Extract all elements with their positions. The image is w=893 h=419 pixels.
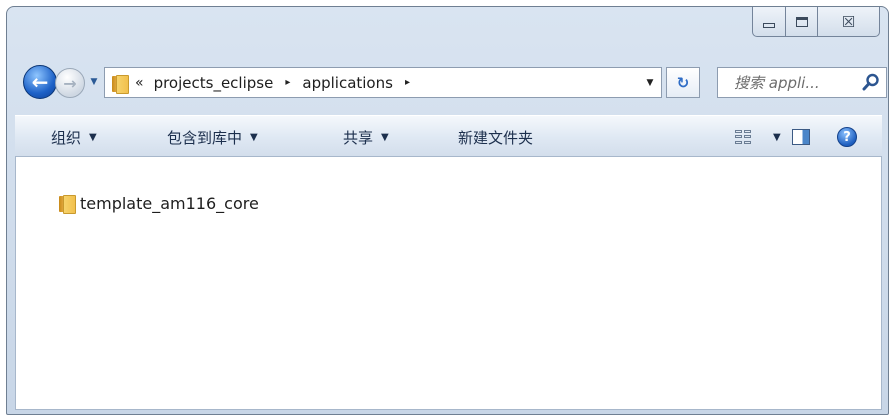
help-button[interactable]: ? — [837, 116, 857, 158]
breadcrumb-separator-icon[interactable]: ▸ — [285, 77, 290, 88]
share-button[interactable]: 共享 ▼ — [343, 116, 389, 158]
folder-icon — [58, 194, 76, 214]
search-input[interactable]: 搜索 appli... — [717, 67, 887, 98]
breadcrumb-applications[interactable]: applications — [302, 74, 393, 92]
views-icon — [735, 130, 751, 144]
recent-pages-button[interactable]: ▼ — [88, 75, 100, 89]
forward-arrow-icon: → — [63, 73, 77, 93]
command-toolbar: 组织 ▼ 包含到库中 ▼ 共享 ▼ 新建文件夹 ▼ ? — [15, 115, 882, 157]
breadcrumb-overflow-button[interactable]: « — [135, 75, 144, 91]
folder-icon — [111, 74, 129, 94]
forward-button[interactable]: → — [55, 68, 85, 98]
explorer-window: ☒ ← → ▼ « projects_eclipse ▸ application… — [6, 6, 889, 415]
organize-label: 组织 — [51, 128, 82, 147]
window-caption-buttons: ☒ — [752, 7, 880, 37]
back-arrow-icon: ← — [31, 70, 49, 94]
include-library-label: 包含到库中 — [167, 128, 243, 147]
chevron-down-icon: ▼ — [773, 131, 781, 143]
file-list-pane[interactable]: template_am116_core — [15, 157, 882, 410]
address-history-dropdown[interactable]: ▼ — [639, 68, 661, 97]
search-placeholder: 搜索 appli... — [734, 74, 820, 92]
breadcrumb-separator-icon[interactable]: ▸ — [405, 77, 410, 88]
preview-pane-icon — [792, 129, 810, 145]
chevron-down-icon: ▼ — [381, 131, 389, 143]
chevron-down-icon: ▼ — [250, 131, 258, 143]
minimize-icon — [763, 23, 775, 28]
maximize-button[interactable] — [786, 7, 818, 37]
refresh-button[interactable]: ↻ — [666, 67, 700, 98]
chevron-down-icon: ▼ — [90, 77, 98, 87]
organize-button[interactable]: 组织 ▼ — [51, 116, 97, 158]
list-item[interactable]: template_am116_core — [58, 191, 259, 215]
more-views-button[interactable]: ▼ — [765, 116, 781, 158]
close-icon: ☒ — [841, 12, 856, 31]
close-button[interactable]: ☒ — [818, 7, 880, 37]
maximize-icon — [795, 16, 808, 27]
share-label: 共享 — [343, 128, 374, 147]
minimize-button[interactable] — [752, 7, 786, 37]
include-in-library-button[interactable]: 包含到库中 ▼ — [167, 116, 258, 158]
back-button[interactable]: ← — [23, 65, 57, 99]
new-folder-label: 新建文件夹 — [458, 128, 534, 147]
breadcrumb-projects-eclipse[interactable]: projects_eclipse — [154, 74, 274, 92]
change-view-button[interactable] — [735, 116, 751, 158]
address-bar[interactable]: « projects_eclipse ▸ applications ▸ ▼ — [104, 67, 662, 98]
help-icon: ? — [837, 127, 857, 147]
preview-pane-button[interactable] — [792, 116, 810, 158]
chevron-down-icon: ▼ — [89, 131, 97, 143]
search-icon[interactable] — [862, 73, 880, 91]
navigation-bar: ← → ▼ « projects_eclipse ▸ applications … — [17, 65, 887, 101]
new-folder-button[interactable]: 新建文件夹 — [458, 116, 533, 158]
folder-name: template_am116_core — [80, 193, 259, 213]
refresh-icon: ↻ — [676, 73, 690, 92]
